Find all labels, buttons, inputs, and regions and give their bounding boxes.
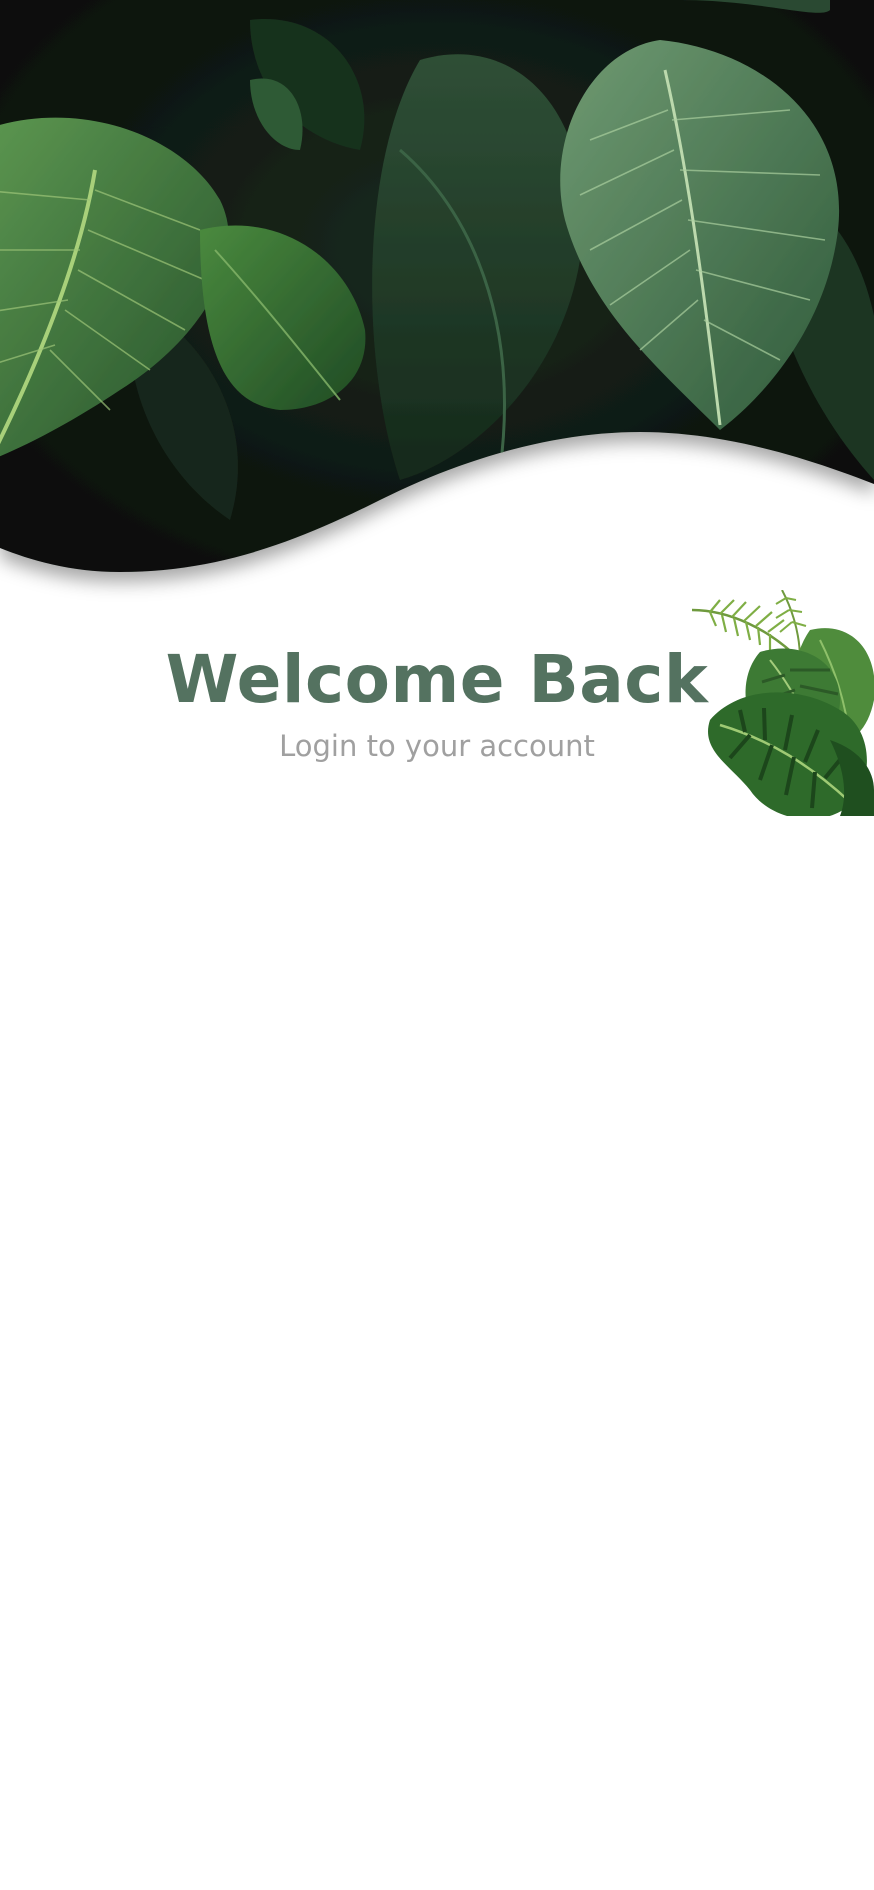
login-header: Welcome Back Login to your account bbox=[0, 636, 874, 766]
page-title: Welcome Back bbox=[165, 641, 709, 718]
hero-leaves-image bbox=[0, 0, 874, 572]
login-screen: Welcome Back Login to your account bbox=[0, 0, 874, 1890]
page-subtitle: Login to your account bbox=[279, 729, 595, 763]
